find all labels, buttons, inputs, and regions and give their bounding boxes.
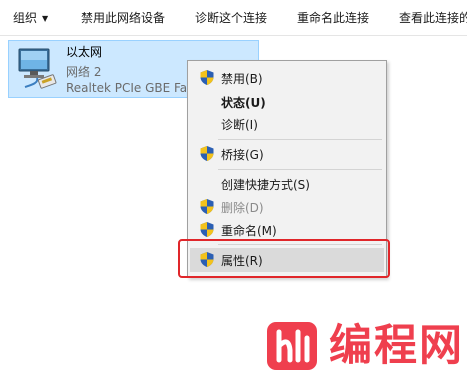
- adapter-name: Realtek PCIe GBE Fam: [66, 81, 199, 95]
- watermark-logo-icon: [267, 322, 317, 370]
- menu-item-label: 创建快捷方式(S): [221, 178, 310, 192]
- menu-item-label: 删除(D): [221, 201, 264, 215]
- command-bar: 组织 ▼ 禁用此网络设备 诊断这个连接 重命名此连接 查看此连接的: [0, 0, 467, 36]
- annotation-highlight-box: [178, 239, 390, 278]
- menu-item-label: 桥接(G): [221, 148, 264, 162]
- menu-separator: [218, 139, 382, 140]
- view-status-button[interactable]: 查看此连接的: [399, 10, 467, 26]
- disable-device-button[interactable]: 禁用此网络设备: [81, 10, 165, 26]
- menu-item-delete: 删除(D): [190, 195, 384, 219]
- chevron-down-icon: ▼: [42, 14, 49, 23]
- uac-shield-icon: [200, 70, 214, 85]
- menu-item-label: 状态(U): [221, 96, 266, 110]
- menu-item-diagnose[interactable]: 诊断(I): [190, 112, 384, 136]
- uac-shield-icon: [200, 199, 214, 214]
- rename-button[interactable]: 重命名此连接: [297, 10, 369, 26]
- menu-item-label: 诊断(I): [221, 118, 258, 132]
- menu-item-bridge[interactable]: 桥接(G): [190, 142, 384, 166]
- menu-separator: [218, 169, 382, 170]
- organize-menu-button[interactable]: 组织 ▼: [13, 10, 48, 26]
- connection-name: 以太网: [66, 45, 103, 59]
- menu-item-create-shortcut[interactable]: 创建快捷方式(S): [190, 172, 384, 196]
- uac-shield-icon: [200, 146, 214, 161]
- menu-item-status[interactable]: 状态(U): [190, 90, 384, 114]
- organize-label: 组织: [13, 11, 38, 25]
- uac-shield-icon: [200, 222, 214, 237]
- watermark-text: 编程网: [329, 321, 464, 371]
- diagnose-button[interactable]: 诊断这个连接: [195, 10, 267, 26]
- menu-item-label: 重命名(M): [221, 224, 277, 238]
- menu-item-disable[interactable]: 禁用(B): [190, 66, 384, 90]
- menu-item-label: 禁用(B): [221, 72, 263, 86]
- network-adapter-icon: [18, 48, 57, 89]
- site-watermark: 编程网: [265, 318, 465, 374]
- network-label: 网络 2: [66, 65, 102, 79]
